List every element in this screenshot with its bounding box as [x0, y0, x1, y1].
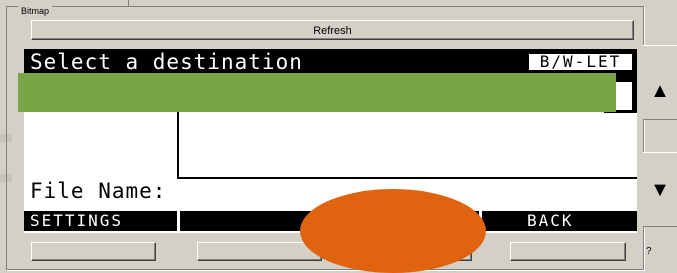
up-arrow-icon: ▲ — [650, 80, 670, 102]
group-label: Bitmap — [18, 6, 53, 16]
help-button[interactable]: ? — [646, 246, 652, 257]
lcd-title: Select a destination — [30, 50, 303, 74]
bottom-button[interactable] — [197, 242, 322, 261]
lcd-header: Select a destination B/W-LET — [24, 49, 637, 75]
scroll-up-button[interactable]: ▲ — [643, 45, 677, 120]
redaction-box — [18, 73, 616, 112]
softkey-divider — [177, 211, 180, 231]
bottom-button[interactable] — [31, 242, 156, 261]
bottom-button[interactable] — [510, 242, 626, 261]
down-arrow-icon: ▼ — [650, 179, 670, 201]
redaction-ellipse — [300, 189, 486, 273]
refresh-button[interactable]: Refresh — [31, 20, 634, 40]
filename-label: File Name: — [30, 179, 167, 203]
scroll-down-button[interactable]: ▼ — [643, 152, 677, 227]
softkey-settings[interactable]: SETTINGS — [30, 213, 123, 229]
mode-badge: B/W-LET — [527, 52, 634, 72]
softkey-back[interactable]: BACK — [527, 213, 574, 229]
